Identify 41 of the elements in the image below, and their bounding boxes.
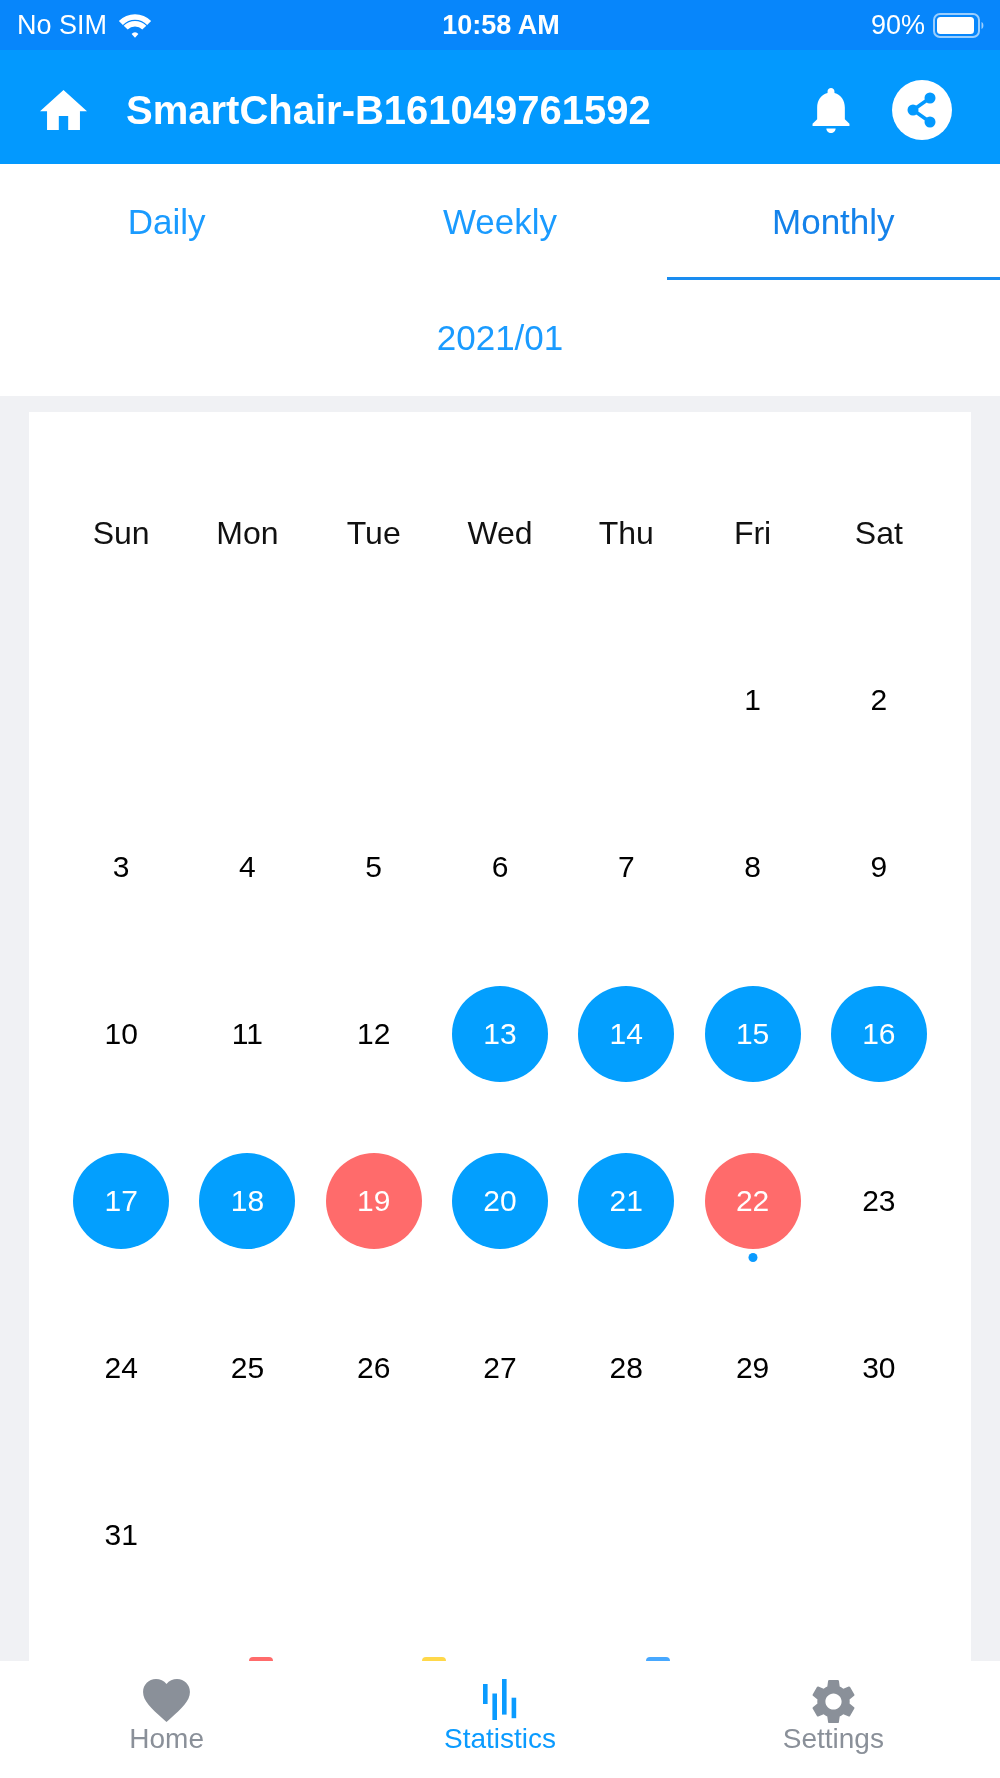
calendar-day[interactable]: 23 (862, 1178, 896, 1223)
calendar-day[interactable]: 12 (357, 1011, 391, 1056)
heart-icon (142, 1679, 192, 1722)
calendar-day[interactable]: 27 (483, 1345, 517, 1390)
period-label: 2021/01 (436, 316, 564, 359)
calendar-day[interactable]: 29 (735, 1345, 770, 1390)
home-icon[interactable] (40, 89, 87, 131)
calendar-day[interactable]: 10 (104, 1011, 138, 1056)
weekday-label: Wed (467, 513, 533, 553)
calendar-day[interactable]: 1 (744, 677, 761, 722)
weekday-label: Tue (346, 513, 401, 553)
bar-chart-icon (483, 1679, 517, 1720)
calendar-day[interactable]: 30 (862, 1345, 896, 1390)
calendar-day[interactable]: 9 (870, 844, 888, 889)
share-icon[interactable] (892, 80, 952, 140)
calendar-day[interactable]: 25 (230, 1345, 265, 1390)
calendar-day[interactable]: 11 (231, 1011, 263, 1056)
device-title: SmartChair-B161049761592 (126, 87, 651, 134)
calendar-day[interactable]: 26 (357, 1345, 391, 1390)
calendar-day[interactable]: 6 (491, 844, 509, 889)
calendar-day[interactable]: 7 (617, 844, 635, 889)
battery-percentage: 90% (870, 8, 925, 42)
calendar-day[interactable]: 4 (239, 844, 256, 889)
carrier-name: No SIM (17, 8, 108, 42)
bell-icon[interactable] (812, 87, 850, 133)
calendar-day[interactable]: 3 (112, 844, 130, 889)
calendar-day[interactable]: 5 (365, 844, 383, 889)
calendar-day[interactable]: 8 (744, 844, 761, 889)
weekday-label: Sat (854, 513, 903, 553)
calendar-day[interactable]: 31 (104, 1512, 138, 1557)
wifi-icon (117, 12, 154, 38)
weekday-label: Mon (216, 513, 279, 553)
calendar-day[interactable]: 28 (609, 1345, 643, 1390)
calendar-day[interactable]: 2 (870, 677, 888, 722)
weekday-label: Thu (598, 513, 654, 553)
status-time: 10:58 AM (442, 8, 560, 42)
settings-icon (811, 1679, 855, 1724)
weekday-label: Sun (92, 513, 150, 553)
battery-icon (933, 12, 985, 38)
calendar-day[interactable]: 24 (104, 1345, 138, 1390)
weekday-label: Fri (733, 513, 772, 553)
